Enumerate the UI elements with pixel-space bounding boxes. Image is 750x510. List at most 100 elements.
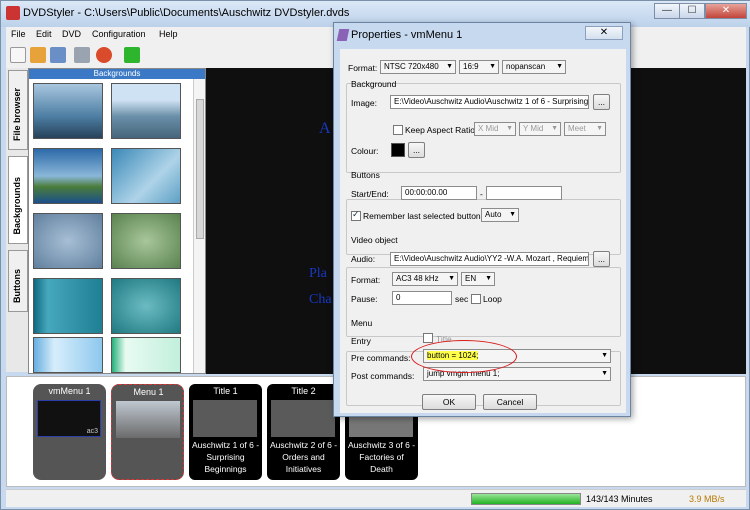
sec-label: sec (455, 294, 469, 304)
preview-button-play[interactable]: Pla (309, 266, 327, 282)
chevron-down-icon: ▼ (446, 63, 453, 70)
settings-icon[interactable] (74, 47, 90, 63)
duration-progress-bar (471, 493, 581, 505)
aspect-select[interactable]: 16:9 ▼ (459, 60, 499, 74)
pause-label: Pause: (351, 294, 378, 304)
chevron-down-icon: ▼ (506, 125, 513, 132)
format-select[interactable]: NTSC 720x480 ▼ (380, 60, 456, 74)
close-button[interactable]: ✕ (705, 3, 747, 19)
chevron-down-icon: ▼ (509, 211, 516, 218)
ok-button[interactable]: OK (422, 394, 476, 410)
menu-card[interactable]: Menu 1 (111, 384, 184, 480)
end-time-field[interactable] (486, 186, 562, 200)
menu-group-label: Menu (351, 318, 373, 328)
video-object-group-label: Video object (351, 235, 398, 245)
menu-configuration[interactable]: Configuration (92, 29, 146, 39)
audio-format-select[interactable]: AC3 48 kHz ▼ (392, 272, 458, 286)
preview-text[interactable]: A (319, 120, 331, 138)
keep-aspect-checkbox[interactable] (393, 125, 403, 135)
menu-dvd[interactable]: DVD (62, 29, 81, 39)
audio-path-field[interactable]: E:\Video\Auschwitz Audio\YY2 -W.A. Mozar… (390, 252, 589, 266)
background-thumbnail[interactable] (111, 148, 181, 204)
menu-help[interactable]: Help (159, 29, 178, 39)
open-folder-icon[interactable] (30, 47, 46, 63)
menu-thumbnail: ac3 (37, 400, 101, 437)
background-thumbnail[interactable] (33, 337, 103, 373)
progress-fill (472, 494, 580, 504)
chevron-down-icon: ▼ (551, 125, 558, 132)
burn-disc-icon[interactable] (96, 47, 112, 63)
menu-file[interactable]: File (11, 29, 26, 39)
title-card[interactable]: Title 1 Auschwitz 1 of 6 - Surprising Be… (189, 384, 262, 480)
language-select[interactable]: EN ▼ (461, 272, 495, 286)
background-thumbnail[interactable] (33, 148, 103, 204)
background-thumbnail[interactable] (33, 278, 103, 334)
remember-button-checkbox[interactable] (351, 209, 361, 221)
scale-select[interactable]: Meet ▼ (564, 122, 606, 136)
pause-spinner[interactable]: 0 (392, 291, 452, 305)
menu-edit[interactable]: Edit (36, 29, 52, 39)
status-bar: 143/143 Minutes 3.9 MB/s (6, 489, 746, 507)
tab-backgrounds[interactable]: Backgrounds (8, 156, 28, 244)
bitrate-text: 3.9 MB/s (689, 494, 725, 504)
add-icon[interactable] (124, 47, 140, 63)
save-icon[interactable] (50, 47, 66, 63)
format-label: Format: (348, 63, 378, 73)
window-title: DVDStyler - C:\Users\Public\Documents\Au… (23, 7, 350, 19)
properties-dialog: Properties - vmMenu 1 ✕ Format: NTSC 720… (333, 22, 631, 417)
title-thumbnail (271, 400, 335, 437)
duration-text: 143/143 Minutes (586, 494, 653, 504)
chevron-down-icon: ▼ (485, 275, 492, 282)
time-dash: - (480, 189, 483, 199)
y-align-select[interactable]: Y Mid ▼ (519, 122, 561, 136)
preview-button-chapters[interactable]: Cha (309, 292, 332, 308)
chevron-down-icon: ▼ (596, 125, 603, 132)
audio-format-label: Format: (351, 275, 381, 285)
dialog-title: Properties - vmMenu 1 (351, 29, 463, 41)
background-thumbnail[interactable] (111, 337, 181, 373)
image-path-field[interactable]: E:\Video\Auschwitz Audio\Auschwitz 1 of … (390, 95, 589, 109)
startend-label: Start/End: (351, 189, 389, 199)
colour-picker-button[interactable]: ... (408, 142, 425, 158)
entry-label: Entry (351, 336, 371, 346)
chevron-down-icon: ▼ (489, 63, 496, 70)
entry-title-checkbox[interactable] (423, 333, 433, 343)
pre-commands-label: Pre commands: (351, 353, 411, 363)
background-thumbnail[interactable] (111, 213, 181, 269)
loop-checkbox[interactable] (471, 294, 481, 304)
scrollbar-thumb[interactable] (196, 99, 204, 239)
background-thumbnail[interactable] (111, 278, 181, 334)
dialog-close-button[interactable]: ✕ (585, 26, 623, 40)
browse-audio-button[interactable]: ... (593, 251, 610, 267)
remember-mode-select[interactable]: Auto ▼ (481, 208, 519, 222)
title-card[interactable]: Title 2 Auschwitz 2 of 6 - Orders and In… (267, 384, 340, 480)
properties-icon (336, 29, 350, 41)
menu-card[interactable]: vmMenu 1 ac3 (33, 384, 106, 480)
background-thumbnail[interactable] (111, 83, 181, 139)
buttons-group-label: Buttons (351, 170, 380, 180)
background-group-label: Background (351, 79, 397, 89)
background-thumbnail[interactable] (33, 213, 103, 269)
panscan-select[interactable]: nopanscan ▼ (502, 60, 566, 74)
cancel-button[interactable]: Cancel (483, 394, 537, 410)
new-file-icon[interactable] (10, 47, 26, 63)
background-thumbnail[interactable] (33, 83, 103, 139)
browse-image-button[interactable]: ... (593, 94, 610, 110)
dialog-body: Format: NTSC 720x480 ▼ 16:9 ▼ nopanscan ▼ B… (340, 49, 626, 413)
image-label: Image: (351, 98, 377, 108)
annotation-ellipse (411, 340, 517, 373)
title-thumbnail (193, 400, 257, 437)
audio-label: Audio: (351, 254, 376, 264)
tab-buttons[interactable]: Buttons (8, 250, 28, 312)
backgrounds-scrollbar[interactable] (193, 79, 205, 373)
start-time-field[interactable]: 00:00:00.00 (401, 186, 477, 200)
colour-label: Colour: (351, 146, 379, 156)
x-align-select[interactable]: X Mid ▼ (474, 122, 516, 136)
remember-button-label: Remember last selected button (363, 211, 481, 221)
minimize-button[interactable]: — (654, 3, 680, 19)
maximize-button[interactable]: ☐ (679, 3, 705, 19)
colour-swatch[interactable] (391, 143, 405, 157)
post-commands-label: Post commands: (351, 371, 415, 381)
backgrounds-panel: Backgrounds (28, 68, 206, 374)
tab-file-browser[interactable]: File browser (8, 70, 28, 150)
